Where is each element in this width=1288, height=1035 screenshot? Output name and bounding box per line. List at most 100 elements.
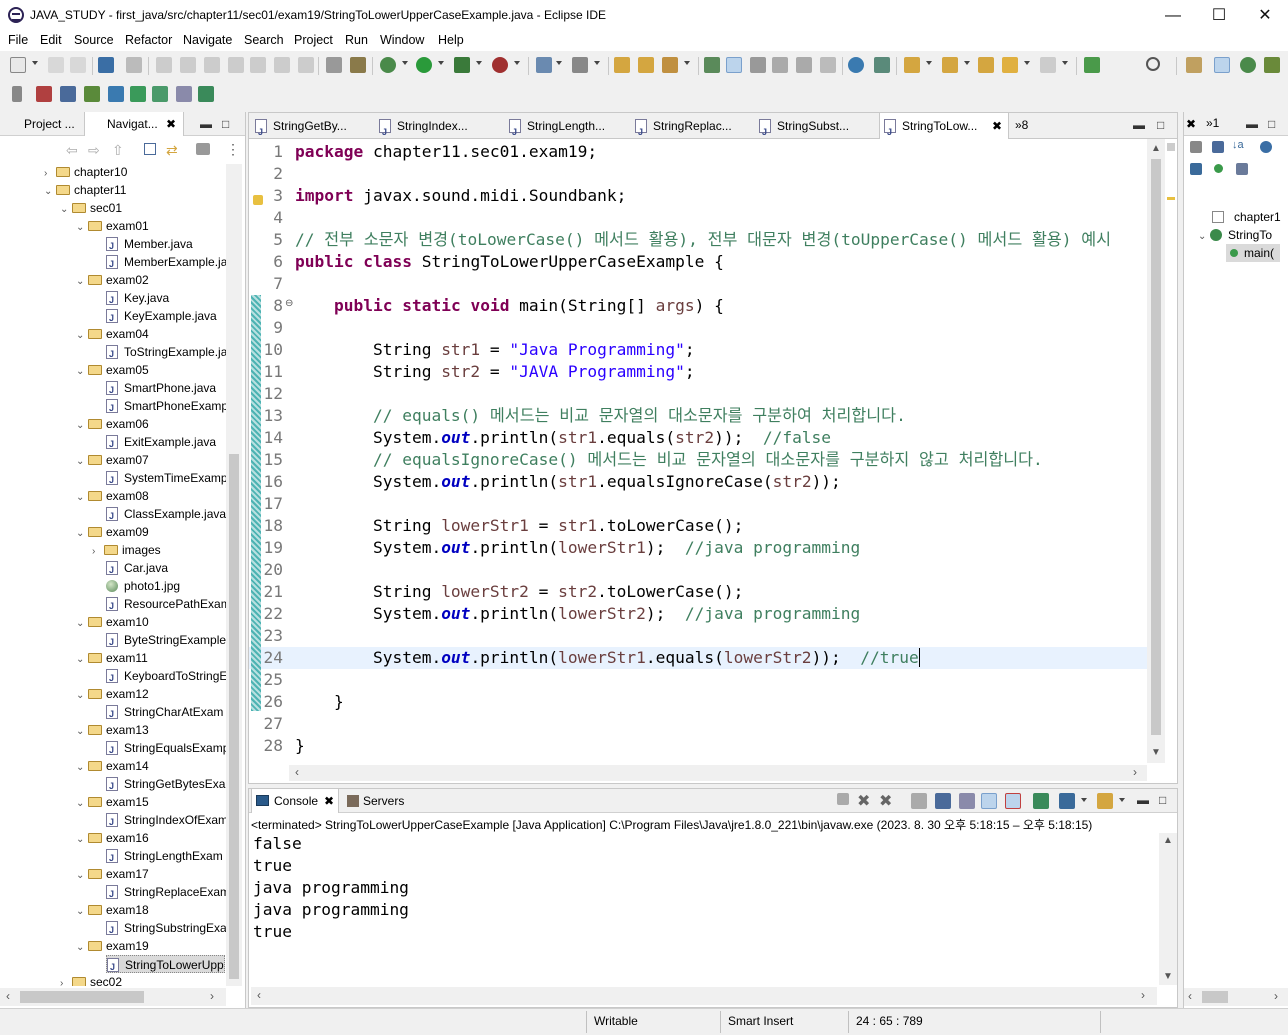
back-icon[interactable]: ⇦ [66, 142, 78, 159]
tree-folder[interactable]: ⌄ exam01 [76, 217, 149, 235]
open-task-icon[interactable] [638, 57, 654, 73]
tab-servers[interactable]: Servers [343, 789, 413, 813]
forward-icon[interactable]: ⇨ [88, 142, 100, 159]
tree-file[interactable]: StringEqualsExamp [106, 739, 226, 759]
console-output[interactable]: false true java programming java programmin… [253, 833, 409, 943]
word-wrap-icon[interactable] [959, 793, 975, 809]
code-line[interactable]: 24 System.out.println(lowerStr1.equals(l… [249, 647, 1147, 669]
menu-window[interactable]: Window [380, 33, 424, 47]
step-over-icon[interactable] [274, 57, 290, 73]
menu-edit[interactable]: Edit [40, 33, 62, 47]
tree-folder[interactable]: ⌄ exam12 [76, 685, 149, 703]
tree-folder[interactable]: ⌄ exam09 [76, 523, 149, 541]
maximize-editor-icon[interactable]: □ [1157, 118, 1164, 132]
scroll-right-icon[interactable]: › [210, 989, 214, 1003]
maximize-view-icon[interactable]: □ [1268, 117, 1275, 131]
chevron-down-icon[interactable]: ⌄ [76, 219, 88, 237]
prev-edit-icon[interactable] [942, 57, 958, 73]
step-into-icon[interactable] [250, 57, 266, 73]
scroll-left-icon[interactable]: ‹ [1188, 989, 1192, 1003]
server-icon[interactable] [36, 86, 52, 102]
editor-horizontal-scrollbar[interactable]: ‹ › [289, 765, 1147, 781]
tree-folder[interactable]: ⌄ exam06 [76, 415, 149, 433]
debug-perspective-icon[interactable] [1240, 57, 1256, 73]
hide-static-icon[interactable] [1190, 163, 1202, 175]
code-line[interactable]: 27 [249, 713, 1147, 735]
chevron-down-icon[interactable]: ⌄ [76, 867, 88, 885]
more-tabs-button[interactable]: »8 [1015, 118, 1028, 132]
tree-folder[interactable]: › images [92, 541, 161, 559]
tree-file[interactable]: SmartPhone.java [106, 379, 216, 399]
scroll-left-icon[interactable]: ‹ [295, 765, 299, 779]
remove-launch-icon[interactable]: ✖ [857, 791, 870, 811]
window-icon[interactable] [60, 86, 76, 102]
terminate-icon[interactable] [837, 793, 849, 805]
step-return-icon[interactable] [298, 57, 314, 73]
chevron-down-icon[interactable]: ⌄ [76, 939, 88, 957]
tree-folder[interactable]: ⌄ exam02 [76, 271, 149, 289]
overview-warning-marker[interactable] [1167, 197, 1175, 200]
tree-file[interactable]: Key.java [106, 289, 169, 309]
scroll-right-icon[interactable]: › [1133, 765, 1137, 779]
maximize-button[interactable]: ☐ [1196, 0, 1242, 31]
back-icon[interactable] [1002, 57, 1018, 73]
outline-item-method[interactable]: main( [1226, 244, 1281, 262]
new-java-project-icon[interactable] [536, 57, 552, 73]
scroll-down-icon[interactable]: ▼ [1163, 971, 1173, 982]
code-line[interactable]: 25 [249, 669, 1147, 691]
code-line[interactable]: 7 [249, 273, 1147, 295]
code-line[interactable]: 1 package chapter11.sec01.exam19; [249, 141, 1147, 163]
menu-project[interactable]: Project [294, 33, 333, 47]
refresh-icon[interactable] [152, 86, 168, 102]
tree-folder[interactable]: ⌄ exam07 [76, 451, 149, 469]
new-icon[interactable] [10, 57, 26, 73]
tab-stringreplace[interactable]: StringReplac... [631, 113, 753, 145]
code-line[interactable]: 26 } [249, 691, 1147, 713]
tree-file[interactable]: KeyboardToStringE [106, 667, 226, 687]
tree-file[interactable]: Member.java [106, 235, 193, 255]
git-icon[interactable] [176, 86, 192, 102]
tab-stringindex[interactable]: StringIndex... [375, 113, 503, 145]
chevron-down-icon[interactable]: ⌄ [76, 273, 88, 291]
close-icon[interactable]: ✖ [324, 789, 334, 813]
scroll-down-icon[interactable]: ▼ [1151, 747, 1161, 758]
chevron-down-icon[interactable]: ⌄ [76, 831, 88, 849]
save-icon[interactable] [48, 57, 64, 73]
tree-file[interactable]: StringIndexOfExam [106, 811, 226, 831]
menu-file[interactable]: File [8, 33, 28, 47]
tree-horizontal-scrollbar[interactable]: ‹ › [0, 988, 226, 1006]
toggle-breadcrumb-icon[interactable] [704, 57, 720, 73]
tree-folder[interactable]: ⌄ exam08 [76, 487, 149, 505]
tree-file[interactable]: SystemTimeExamp [106, 469, 226, 489]
show-whitespace-icon[interactable] [772, 57, 788, 73]
minimize-view-icon[interactable]: ▬ [1246, 117, 1258, 131]
menu-search[interactable]: Search [244, 33, 284, 47]
code-line[interactable]: 11 String str2 = "JAVA Programming"; [249, 361, 1147, 383]
scrollbar-thumb[interactable] [20, 991, 144, 1003]
tree-file[interactable]: KeyExample.java [106, 307, 217, 327]
disconnect-icon[interactable] [228, 57, 244, 73]
terminate-icon[interactable] [204, 57, 220, 73]
save-all-icon[interactable] [70, 57, 86, 73]
tree-file[interactable]: ResourcePathExam [106, 595, 226, 615]
tree-file[interactable]: ToStringExample.ja [106, 343, 226, 363]
use-step-filters-icon[interactable] [350, 57, 366, 73]
tree-folder[interactable]: ⌄ sec01 [60, 199, 122, 217]
open-type-icon[interactable] [614, 57, 630, 73]
sort-icon[interactable] [130, 86, 146, 102]
code-line[interactable]: 3 import javax.sound.midi.Soundbank; [249, 185, 1147, 207]
editor-vertical-scrollbar[interactable]: ▲ ▼ [1147, 139, 1165, 763]
code-line[interactable]: 17 [249, 493, 1147, 515]
hide-fields-icon[interactable] [1260, 141, 1272, 153]
scrollbar-thumb[interactable] [1151, 159, 1161, 735]
chevron-down-icon[interactable]: ⌄ [76, 489, 88, 507]
new-package-icon[interactable] [572, 57, 588, 73]
chevron-down-icon[interactable] [32, 61, 38, 65]
tab-stringsubstring[interactable]: StringSubst... [755, 113, 877, 145]
debug-icon[interactable] [380, 57, 396, 73]
deploy-icon[interactable] [84, 86, 100, 102]
tree-file[interactable]: StringSubstringExa [106, 919, 226, 939]
tree-folder[interactable]: ⌄ exam16 [76, 829, 149, 847]
warning-icon[interactable] [253, 195, 263, 205]
minimize-view-icon[interactable]: ▬ [200, 117, 212, 131]
